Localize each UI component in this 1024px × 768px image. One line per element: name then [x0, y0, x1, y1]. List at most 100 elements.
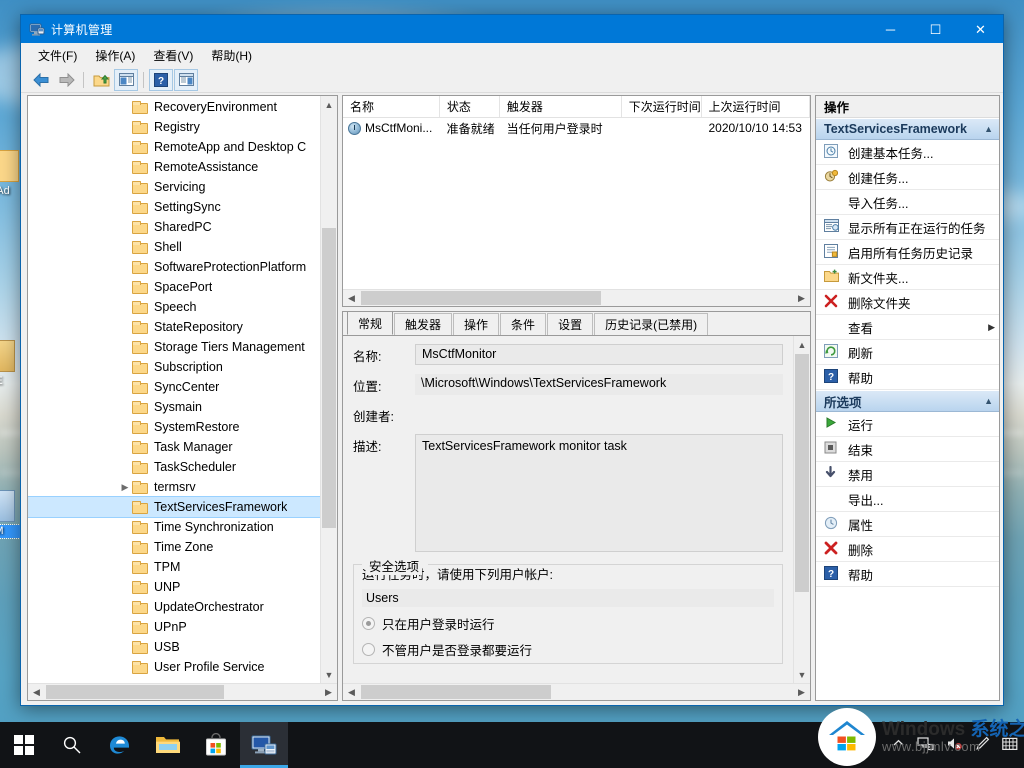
menu-view[interactable]: 查看(V)	[144, 44, 202, 67]
action-item[interactable]: 删除	[816, 537, 999, 562]
scroll-right-icon[interactable]: ▶	[793, 290, 810, 306]
action-item[interactable]: 禁用	[816, 462, 999, 487]
show-action-pane-icon[interactable]	[174, 68, 198, 91]
tree-item[interactable]: Shell	[28, 237, 320, 257]
tree-item[interactable]: Task Manager	[28, 437, 320, 457]
tree-item[interactable]: StateRepository	[28, 317, 320, 337]
radio-button-icon[interactable]	[362, 617, 375, 630]
submenu-arrow-icon[interactable]: ▶	[988, 322, 999, 333]
column-header[interactable]: 触发器	[500, 96, 622, 117]
scroll-down-icon[interactable]: ▼	[321, 666, 337, 683]
scrollbar-thumb[interactable]	[361, 685, 551, 699]
tree-item[interactable]: SettingSync	[28, 197, 320, 217]
taskbar-store[interactable]	[192, 722, 240, 768]
taskbar-file-explorer[interactable]	[144, 722, 192, 768]
tab-1[interactable]: 触发器	[394, 313, 453, 335]
menu-help[interactable]: 帮助(H)	[202, 44, 261, 67]
tree-item[interactable]: SyncCenter	[28, 377, 320, 397]
start-button[interactable]	[0, 722, 48, 768]
scroll-down-icon[interactable]: ▼	[794, 666, 810, 683]
tree-item[interactable]: TaskScheduler	[28, 457, 320, 477]
chevron-up-icon[interactable]: ▲	[984, 396, 993, 406]
action-item[interactable]: 刷新	[816, 340, 999, 365]
scroll-left-icon[interactable]: ◀	[28, 684, 45, 700]
forward-arrow-icon[interactable]	[54, 69, 78, 91]
radio-button-icon[interactable]	[362, 643, 375, 656]
tree-item[interactable]: UNP	[28, 577, 320, 597]
tree-item[interactable]: UpdateOrchestrator	[28, 597, 320, 617]
menu-file[interactable]: 文件(F)	[29, 44, 86, 67]
tree-item[interactable]: SoftwareProtectionPlatform	[28, 257, 320, 277]
tree-item[interactable]: Subscription	[28, 357, 320, 377]
action-item[interactable]: 启用所有任务历史记录	[816, 240, 999, 265]
column-header[interactable]: 上次运行时间	[702, 96, 810, 117]
tree-item[interactable]: TPM	[28, 557, 320, 577]
action-item[interactable]: 导出...	[816, 487, 999, 512]
radio-run-whether-logged-on[interactable]: 不管用户是否登录都要运行	[362, 640, 774, 659]
tree-item[interactable]: Sysmain	[28, 397, 320, 417]
description-field[interactable]: TextServicesFramework monitor task	[415, 434, 783, 552]
tab-0[interactable]: 常规	[347, 312, 394, 335]
tree-item[interactable]: Speech	[28, 297, 320, 317]
action-item[interactable]: ? 帮助	[816, 562, 999, 587]
tree-item[interactable]: RemoteAssistance	[28, 157, 320, 177]
chevron-up-icon[interactable]: ▲	[984, 124, 993, 134]
tree-item[interactable]: TextServicesFramework	[28, 496, 321, 518]
close-button[interactable]: ✕	[958, 15, 1003, 43]
tree-item[interactable]: USB	[28, 637, 320, 657]
column-header[interactable]: 名称	[343, 96, 440, 117]
tab-4[interactable]: 设置	[547, 313, 594, 335]
taskbar-computer-management[interactable]	[240, 722, 288, 768]
scrollbar-thumb[interactable]	[322, 228, 336, 528]
action-item[interactable]: 删除文件夹	[816, 290, 999, 315]
chevron-right-icon[interactable]: ▶	[120, 482, 130, 492]
taskbar-edge[interactable]	[96, 722, 144, 768]
search-button[interactable]	[48, 722, 96, 768]
back-arrow-icon[interactable]	[29, 69, 53, 91]
tree-item[interactable]: RemoteApp and Desktop C	[28, 137, 320, 157]
action-item[interactable]: 属性	[816, 512, 999, 537]
action-item[interactable]: 新文件夹...	[816, 265, 999, 290]
scroll-up-icon[interactable]: ▲	[321, 96, 337, 113]
tab-5[interactable]: 历史记录(已禁用)	[594, 313, 709, 335]
table-row[interactable]: MsCtfMoni... 准备就绪 当任何用户登录时 2020/10/10 14:53	[343, 118, 810, 138]
name-field[interactable]: MsCtfMonitor	[415, 344, 783, 365]
scroll-up-icon[interactable]: ▲	[794, 336, 810, 353]
help-icon[interactable]: ?	[149, 68, 173, 91]
column-header[interactable]: 状态	[440, 96, 500, 117]
tree-item[interactable]: UPnP	[28, 617, 320, 637]
actions-section-header[interactable]: TextServicesFramework ▲	[816, 118, 999, 140]
tree-item[interactable]: SharedPC	[28, 217, 320, 237]
task-list-horizontal-scrollbar[interactable]: ◀ ▶	[343, 289, 810, 306]
scroll-right-icon[interactable]: ▶	[320, 684, 337, 700]
menu-action[interactable]: 操作(A)	[86, 44, 144, 67]
action-item[interactable]: 显示所有正在运行的任务	[816, 215, 999, 240]
tree-item[interactable]: Registry	[28, 117, 320, 137]
action-item[interactable]: 导入任务...	[816, 190, 999, 215]
actions-section-header[interactable]: 所选项 ▲	[816, 390, 999, 412]
tree-item[interactable]: SystemRestore	[28, 417, 320, 437]
column-header[interactable]: 下次运行时间	[622, 96, 702, 117]
details-horizontal-scrollbar[interactable]: ◀ ▶	[343, 683, 810, 700]
tree-item[interactable]: SpacePort	[28, 277, 320, 297]
tab-2[interactable]: 操作	[453, 313, 500, 335]
details-vertical-scrollbar[interactable]: ▲ ▼	[793, 336, 810, 683]
maximize-button[interactable]: ☐	[913, 15, 958, 43]
action-item[interactable]: 运行	[816, 412, 999, 437]
scroll-left-icon[interactable]: ◀	[343, 684, 360, 700]
tree-item[interactable]: Time Synchronization	[28, 517, 320, 537]
scrollbar-thumb[interactable]	[46, 685, 224, 699]
scroll-right-icon[interactable]: ▶	[793, 684, 810, 700]
minimize-button[interactable]: ─	[868, 15, 913, 43]
up-folder-icon[interactable]	[89, 69, 113, 91]
tree-vertical-scrollbar[interactable]: ▲ ▼	[320, 96, 337, 683]
radio-run-when-logged-on[interactable]: 只在用户登录时运行	[362, 614, 774, 633]
scrollbar-thumb[interactable]	[361, 291, 601, 305]
window-titlebar[interactable]: 计算机管理 ─ ☐ ✕	[21, 15, 1003, 43]
action-item[interactable]: 查看 ▶	[816, 315, 999, 340]
tree-item[interactable]: Servicing	[28, 177, 320, 197]
action-item[interactable]: ? 帮助	[816, 365, 999, 390]
action-item[interactable]: 结束	[816, 437, 999, 462]
tree-item[interactable]: ▶ termsrv	[28, 477, 320, 497]
tree-item[interactable]: Time Zone	[28, 537, 320, 557]
